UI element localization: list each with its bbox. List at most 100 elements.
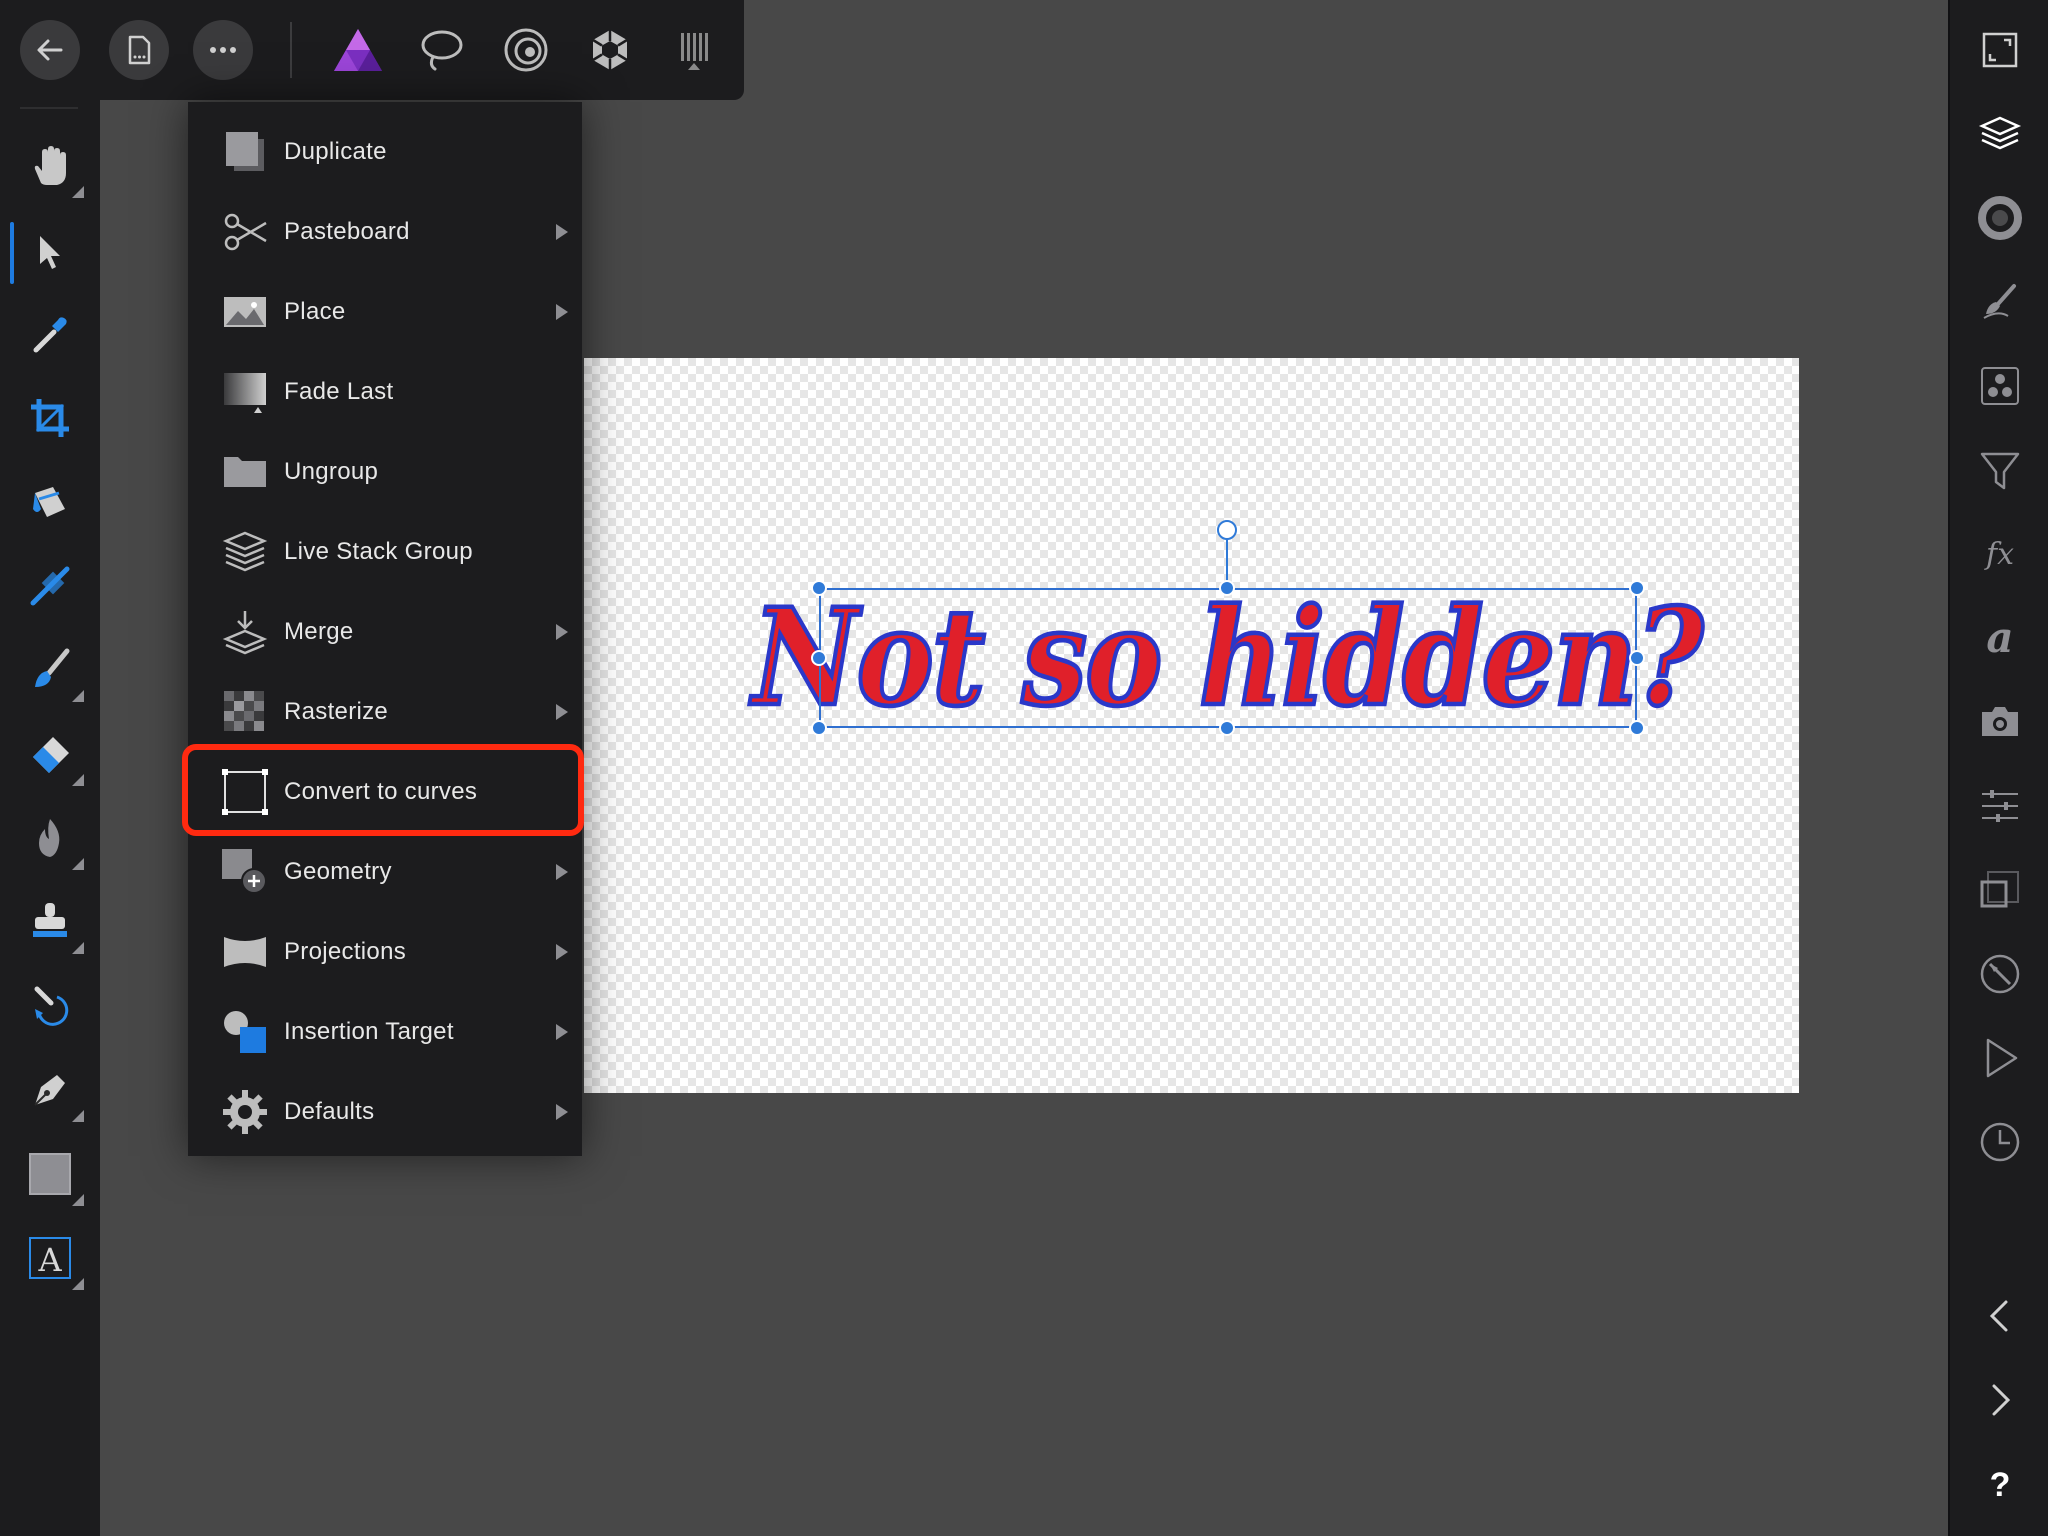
- subtools-indicator: [72, 1110, 84, 1122]
- selection-handle-top[interactable]: [1219, 580, 1235, 596]
- move-tool[interactable]: [16, 218, 84, 286]
- submenu-arrow-icon: [556, 624, 568, 640]
- photo-persona-button[interactable]: [326, 20, 390, 80]
- artistic-text-icon: A: [29, 1237, 71, 1279]
- selection-handle-bottom-left[interactable]: [811, 720, 827, 736]
- tone-map-persona-button[interactable]: [578, 20, 642, 80]
- document-button[interactable]: [109, 20, 169, 80]
- fade-icon: [222, 369, 268, 415]
- gradient-tool[interactable]: [16, 552, 84, 620]
- subtools-indicator: [72, 1194, 84, 1206]
- gradient-icon: [30, 566, 70, 606]
- paint-brush-icon: [35, 648, 70, 687]
- subtools-indicator: [72, 858, 84, 870]
- menu-item-merge[interactable]: Merge: [188, 592, 582, 672]
- brush-studio[interactable]: [1970, 272, 2030, 332]
- previous-icon: [1989, 1300, 2008, 1332]
- studio-panel: fx a ?: [1948, 0, 2048, 1536]
- subtools-indicator: [72, 690, 84, 702]
- help-icon: ?: [1990, 1466, 2011, 1504]
- active-tool-indicator: [10, 222, 14, 284]
- selection-handle-left[interactable]: [811, 650, 827, 666]
- transform-sliders-icon: [1982, 790, 2018, 822]
- menu-item-insertion-target[interactable]: Insertion Target: [188, 992, 582, 1072]
- stack-icon: [222, 529, 268, 575]
- selection-handle-top-right[interactable]: [1629, 580, 1645, 596]
- context-menu: Duplicate Pasteboard Place Fade Last Ung…: [188, 102, 582, 1156]
- submenu-arrow-icon: [556, 944, 568, 960]
- duplicate-icon: [222, 129, 268, 175]
- folder-icon: [222, 449, 268, 495]
- history-studio[interactable]: [1970, 1112, 2030, 1172]
- develop-persona-button[interactable]: [494, 20, 558, 80]
- burn-brush-tool[interactable]: [16, 804, 84, 872]
- back-button[interactable]: [20, 20, 80, 80]
- flood-fill-tool[interactable]: [16, 468, 84, 536]
- help-button[interactable]: ?: [1970, 1454, 2030, 1514]
- hand-tool[interactable]: [16, 132, 84, 200]
- color-studio[interactable]: [1970, 188, 2030, 248]
- menu-item-place[interactable]: Place: [188, 272, 582, 352]
- selection-bounding-box: [819, 588, 1637, 728]
- character-studio[interactable]: a: [1970, 608, 2030, 668]
- selection-handle-top-left[interactable]: [811, 580, 827, 596]
- macro-studio[interactable]: [1970, 1028, 2030, 1088]
- next-icon: [1992, 1384, 2011, 1416]
- menu-item-projections[interactable]: Projections: [188, 912, 582, 992]
- svg-text:fx: fx: [1984, 537, 2014, 572]
- filter-studio[interactable]: [1970, 440, 2030, 500]
- menu-item-defaults[interactable]: Defaults: [188, 1072, 582, 1152]
- menu-item-pasteboard[interactable]: Pasteboard: [188, 192, 582, 272]
- pen-tool[interactable]: [16, 1056, 84, 1124]
- burn-brush-icon: [39, 819, 60, 857]
- highlight-annotation: [182, 744, 584, 836]
- tools-panel: A: [0, 100, 100, 1536]
- transform-studio[interactable]: [1970, 776, 2030, 836]
- rectangle-tool[interactable]: [16, 1140, 84, 1208]
- crop-icon: [31, 399, 69, 437]
- undo-brush-tool[interactable]: [16, 972, 84, 1040]
- menu-item-fade-last[interactable]: Fade Last: [188, 352, 582, 432]
- menu-item-ungroup[interactable]: Ungroup: [188, 432, 582, 512]
- selection-handle-bottom-right[interactable]: [1629, 720, 1645, 736]
- color-picker-tool[interactable]: [16, 300, 84, 368]
- artistic-text-tool[interactable]: A: [16, 1224, 84, 1292]
- tools-separator: [20, 107, 78, 109]
- crop-tool[interactable]: [16, 384, 84, 452]
- layers-studio[interactable]: [1970, 104, 2030, 164]
- previous-button[interactable]: [1970, 1286, 2030, 1346]
- stock-camera-icon: [1982, 707, 2018, 736]
- liquify-persona-button[interactable]: [410, 20, 474, 80]
- pen-icon: [34, 1075, 65, 1106]
- navigator-studio[interactable]: [1970, 860, 2030, 920]
- menu-item-rasterize[interactable]: Rasterize: [188, 672, 582, 752]
- character-icon: a: [1986, 616, 2013, 660]
- stock-studio[interactable]: [1970, 692, 2030, 752]
- compass-icon: [1980, 954, 2020, 994]
- place-image-icon: [222, 289, 268, 335]
- menu-item-live-stack-group[interactable]: Live Stack Group: [188, 512, 582, 592]
- subtools-indicator: [72, 186, 84, 198]
- submenu-arrow-icon: [556, 304, 568, 320]
- clone-brush-tool[interactable]: [16, 888, 84, 956]
- menu-item-geometry[interactable]: Geometry: [188, 832, 582, 912]
- rectangle-icon: [29, 1153, 71, 1195]
- subtools-indicator: [72, 774, 84, 786]
- selection-handle-right[interactable]: [1629, 650, 1645, 666]
- effects-studio[interactable]: fx: [1970, 524, 2030, 584]
- navigator-icon: [1980, 871, 2019, 908]
- paint-brush-tool[interactable]: [16, 636, 84, 704]
- more-button[interactable]: [193, 20, 253, 80]
- compass-studio[interactable]: [1970, 944, 2030, 1004]
- merge-icon: [222, 609, 268, 655]
- export-persona-button[interactable]: [662, 20, 726, 80]
- fullscreen-button[interactable]: [1970, 20, 2030, 80]
- adjustments-studio[interactable]: [1970, 356, 2030, 416]
- rotation-handle[interactable]: [1217, 520, 1237, 540]
- menu-item-duplicate[interactable]: Duplicate: [188, 112, 582, 192]
- export-icon: [681, 33, 708, 70]
- macro-play-icon: [1986, 1038, 2018, 1078]
- next-button[interactable]: [1970, 1370, 2030, 1430]
- selection-handle-bottom[interactable]: [1219, 720, 1235, 736]
- erase-brush-tool[interactable]: [16, 720, 84, 788]
